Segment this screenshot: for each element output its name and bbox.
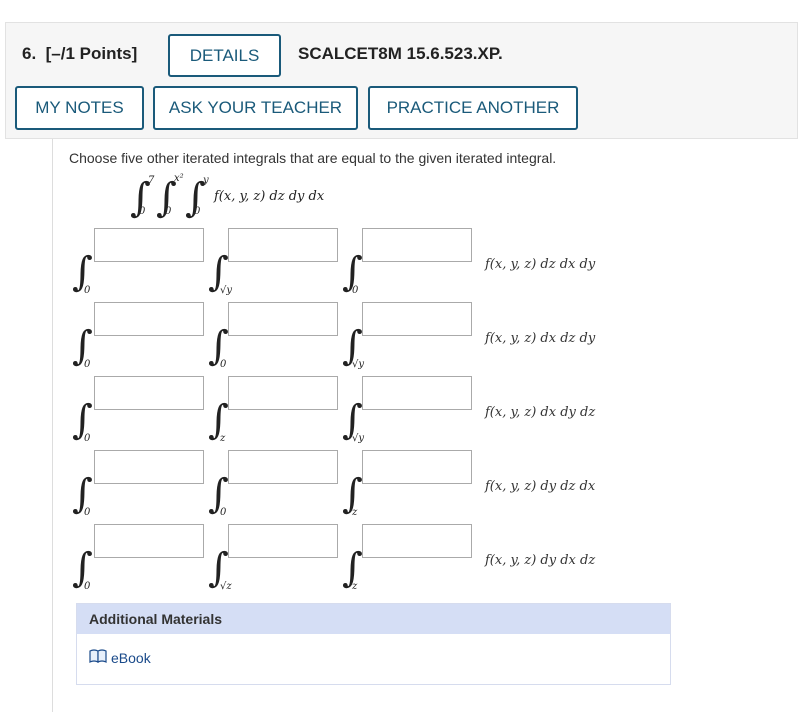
lower-limit: 0 <box>84 507 91 518</box>
lower-limit: z <box>220 433 226 444</box>
details-button[interactable]: DETAILS <box>168 34 281 77</box>
upper-limit-input[interactable] <box>228 302 338 336</box>
lower-limit: √y <box>352 433 365 444</box>
question-code: SCALCET8M 15.6.523.XP. <box>298 44 503 63</box>
upper-limit-input[interactable] <box>94 228 204 262</box>
integral-sign: ∫ <box>208 397 229 443</box>
lower-limit: z <box>352 581 358 592</box>
question-prompt: Choose five other iterated integrals tha… <box>69 150 557 166</box>
upper-limit-input[interactable] <box>362 450 472 484</box>
lower-limit: √z <box>220 581 232 592</box>
upper-limit-input[interactable] <box>228 524 338 558</box>
row-integrand: f(x, y, z) dz dx dy <box>485 257 596 272</box>
upper-limit-input[interactable] <box>94 302 204 336</box>
row-integrand: f(x, y, z) dy dz dx <box>485 479 596 494</box>
upper-limit-input[interactable] <box>228 450 338 484</box>
outer-upper-limit: 7 <box>148 175 155 186</box>
lower-limit: 0 <box>352 285 359 296</box>
content-left-border <box>52 139 53 712</box>
upper-limit-input[interactable] <box>94 376 204 410</box>
question-number-points: 6. [–/1 Points] <box>22 44 138 63</box>
lower-limit: √y <box>220 285 233 296</box>
row-integrand: f(x, y, z) dx dz dy <box>485 331 596 346</box>
upper-limit-input[interactable] <box>362 376 472 410</box>
ebook-link[interactable]: eBook <box>89 649 151 666</box>
middle-lower-limit: 0 <box>165 206 172 217</box>
ask-your-teacher-button[interactable]: ASK YOUR TEACHER <box>153 86 358 130</box>
outer-lower-limit: 0 <box>139 206 146 217</box>
lower-limit: 0 <box>220 507 227 518</box>
inner-upper-limit: y <box>203 175 209 186</box>
upper-limit-input[interactable] <box>228 376 338 410</box>
upper-limit-input[interactable] <box>362 228 472 262</box>
additional-materials-panel: Additional Materials eBook <box>76 603 671 685</box>
ebook-label[interactable]: eBook <box>111 650 151 666</box>
book-icon <box>89 649 107 666</box>
row-integrand: f(x, y, z) dx dy dz <box>485 405 596 420</box>
lower-limit: 0 <box>84 285 91 296</box>
upper-limit-input[interactable] <box>362 302 472 336</box>
practice-another-button[interactable]: PRACTICE ANOTHER <box>368 86 578 130</box>
upper-limit-input[interactable] <box>228 228 338 262</box>
upper-limit-input[interactable] <box>94 450 204 484</box>
upper-limit-input[interactable] <box>362 524 472 558</box>
given-integrand: f(x, y, z) dz dy dx <box>214 189 325 204</box>
lower-limit: z <box>352 507 358 518</box>
lower-limit: 0 <box>220 359 227 370</box>
question-header: 6. [–/1 Points] DETAILS SCALCET8M 15.6.5… <box>5 22 798 139</box>
lower-limit: 0 <box>84 433 91 444</box>
middle-upper-limit: x² <box>174 173 184 184</box>
upper-limit-input[interactable] <box>94 524 204 558</box>
lower-limit: √y <box>352 359 365 370</box>
my-notes-button[interactable]: MY NOTES <box>15 86 144 130</box>
lower-limit: 0 <box>84 359 91 370</box>
inner-lower-limit: 0 <box>194 206 201 217</box>
additional-materials-title: Additional Materials <box>77 604 670 634</box>
lower-limit: 0 <box>84 581 91 592</box>
row-integrand: f(x, y, z) dy dx dz <box>485 553 596 568</box>
